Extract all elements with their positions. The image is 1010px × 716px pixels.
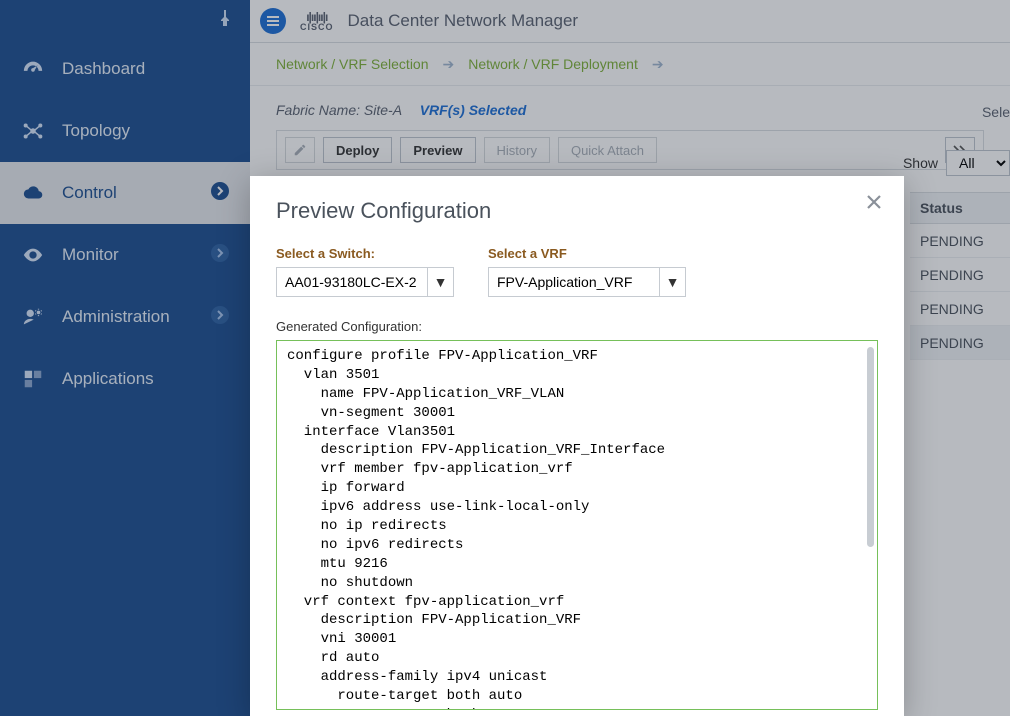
generated-config-label: Generated Configuration:: [276, 319, 878, 334]
select-switch-label: Select a Switch:: [276, 246, 454, 261]
select-switch-input[interactable]: [277, 268, 427, 296]
generated-config-textarea[interactable]: configure profile FPV-Application_VRF vl…: [276, 340, 878, 710]
select-vrf-combo[interactable]: ▼: [488, 267, 686, 297]
close-button[interactable]: [864, 192, 884, 215]
preview-configuration-modal: Preview Configuration Select a Switch: ▼…: [250, 176, 904, 716]
select-vrf-label: Select a VRF: [488, 246, 686, 261]
dropdown-arrow-icon[interactable]: ▼: [659, 268, 685, 296]
modal-title: Preview Configuration: [276, 198, 878, 224]
select-vrf-input[interactable]: [489, 268, 659, 296]
config-text: configure profile FPV-Application_VRF vl…: [287, 348, 665, 710]
dropdown-arrow-icon[interactable]: ▼: [427, 268, 453, 296]
select-vrf-group: Select a VRF ▼: [488, 246, 686, 297]
select-switch-group: Select a Switch: ▼: [276, 246, 454, 297]
close-icon: [864, 192, 884, 212]
scrollbar-thumb[interactable]: [867, 347, 874, 547]
select-switch-combo[interactable]: ▼: [276, 267, 454, 297]
